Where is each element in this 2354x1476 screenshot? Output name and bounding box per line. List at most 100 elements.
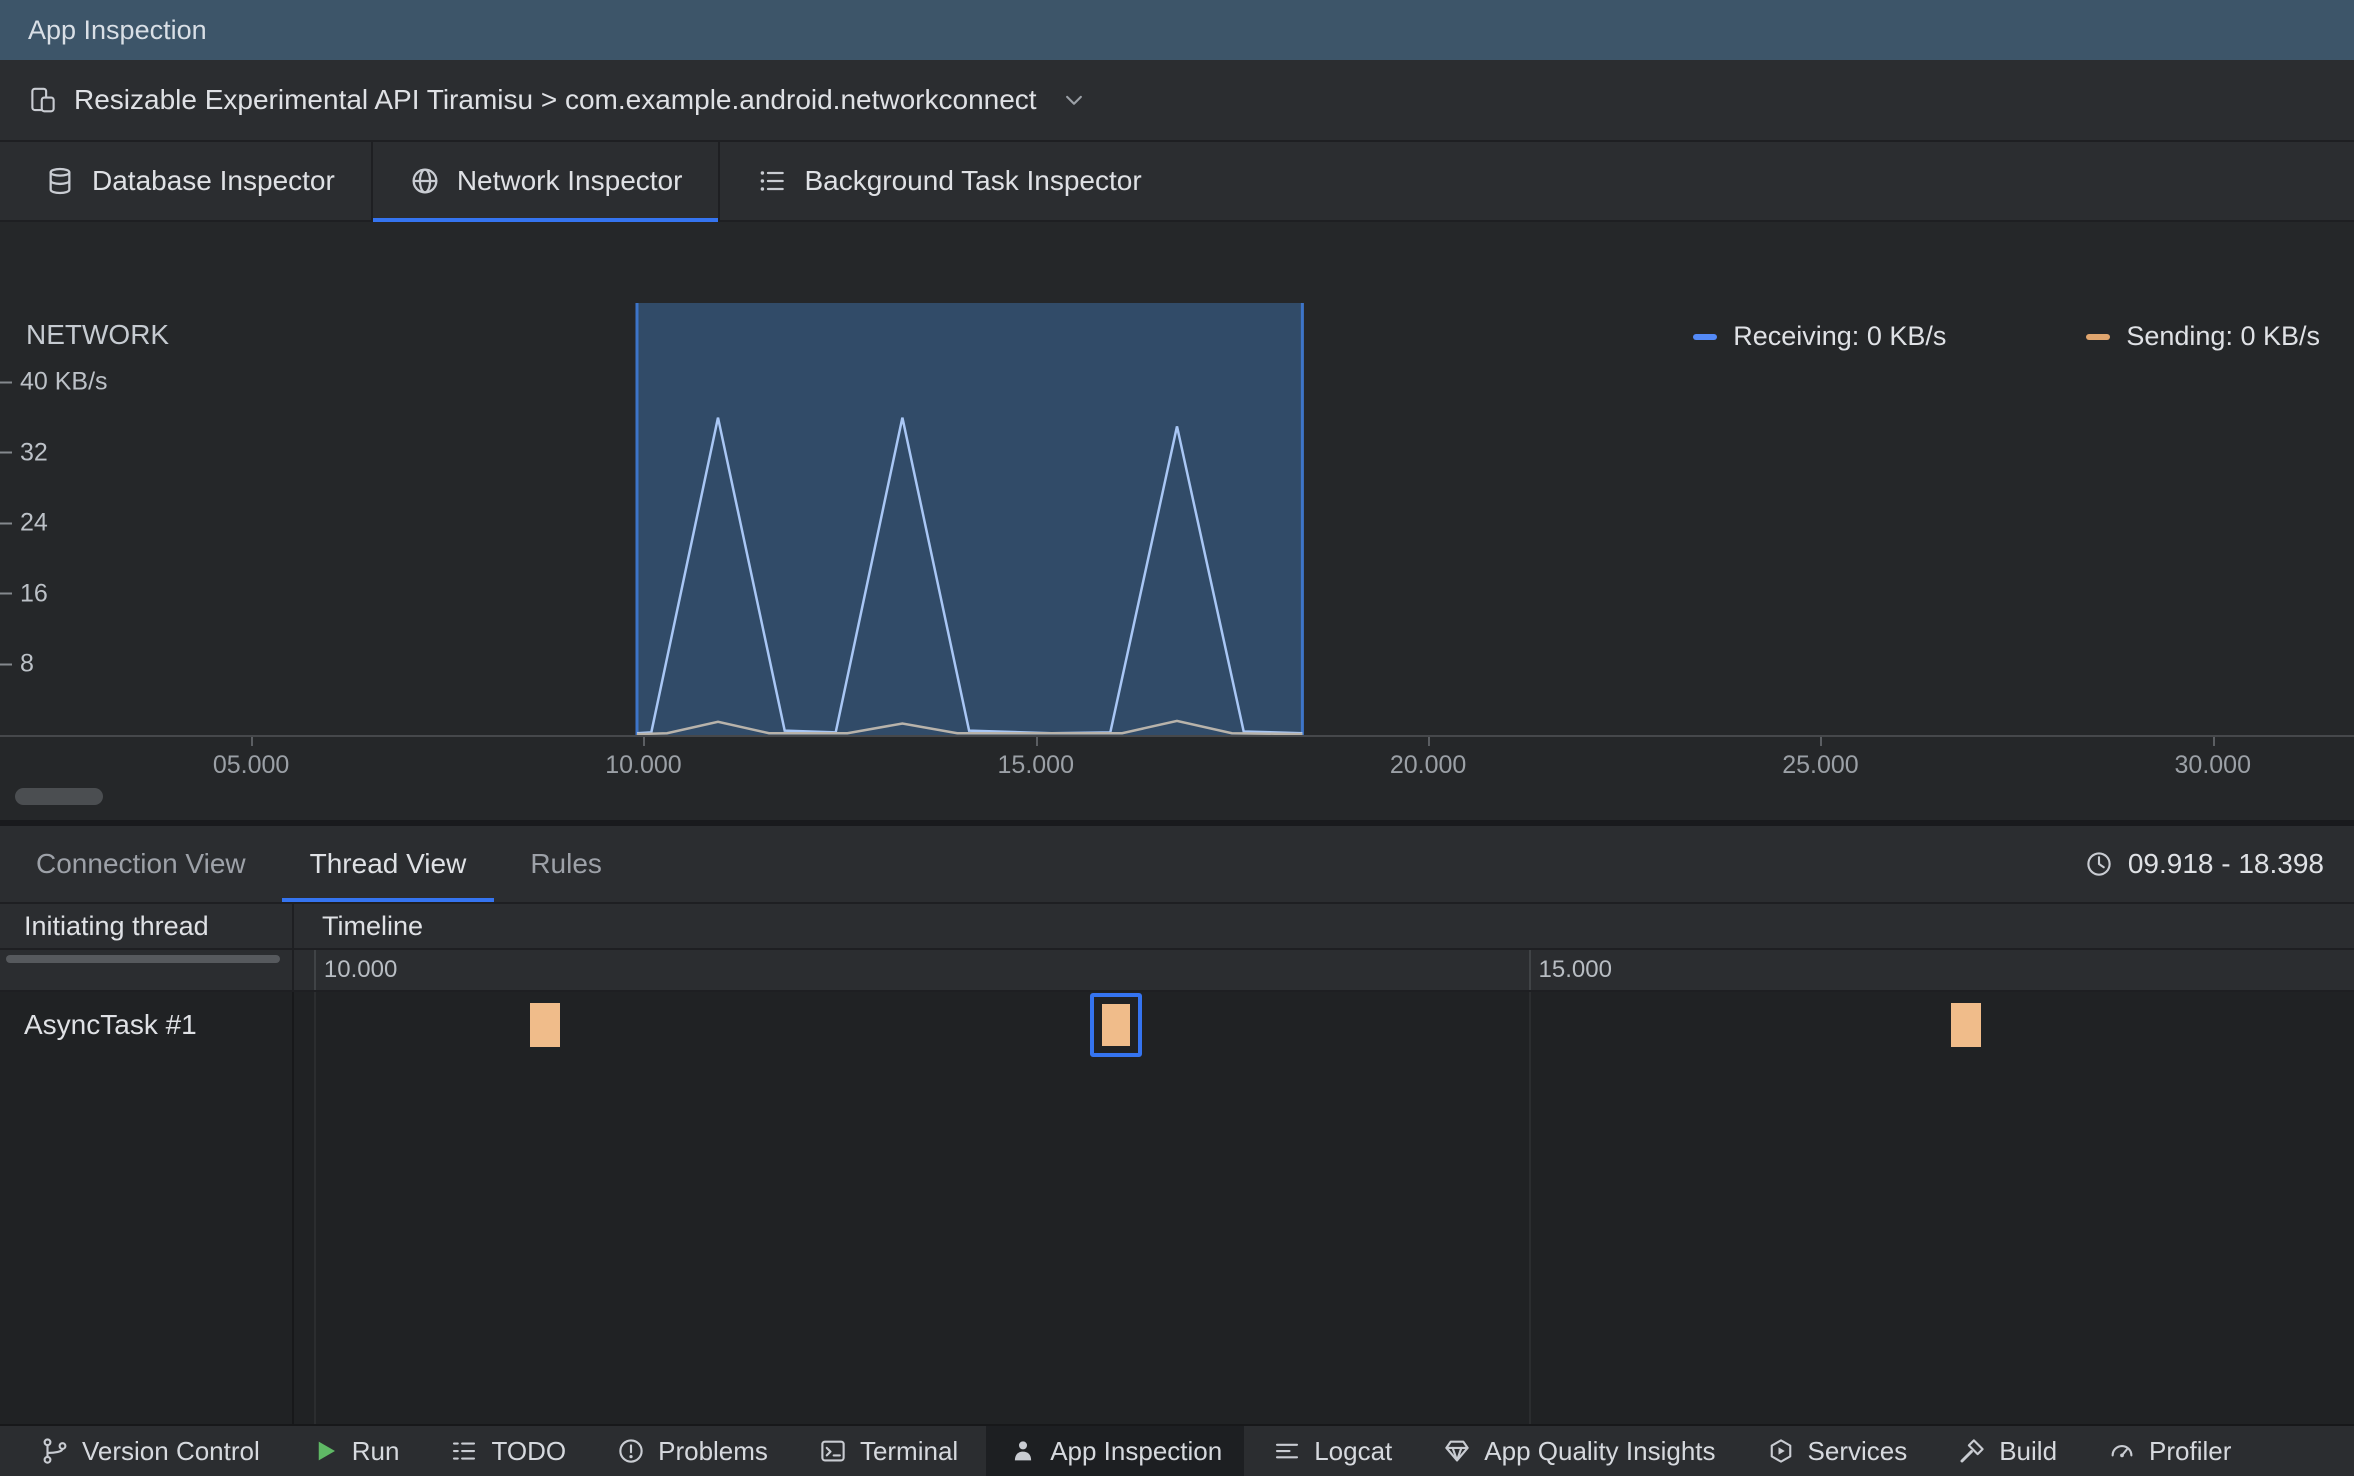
ruler-tick: 15.000	[1528, 950, 1612, 990]
timeline-gridline	[313, 992, 316, 1424]
toolwindow-services[interactable]: Services	[1744, 1426, 1930, 1476]
tab-label: Connection View	[36, 848, 246, 879]
column-scrollbar-thumb[interactable]	[6, 955, 280, 963]
tick-mark	[643, 737, 646, 746]
thread-row-label[interactable]: AsyncTask #1	[0, 992, 292, 1058]
toolwindow-todo[interactable]: TODO	[427, 1426, 588, 1476]
chevron-down-icon	[1065, 95, 1082, 105]
device-icon	[31, 87, 55, 113]
tick-label: 8	[20, 649, 34, 678]
network-event-block[interactable]	[1101, 1004, 1130, 1046]
thread-rows-area: AsyncTask #1	[0, 992, 2354, 1424]
terminal-icon	[821, 1440, 845, 1462]
tick-mark	[0, 522, 12, 525]
hammer-icon	[1960, 1439, 1984, 1463]
device-process-selector[interactable]: Resizable Experimental API Tiramisu > co…	[0, 60, 2354, 142]
network-profiler-panel: NETWORK Receiving: 0 KB/s Sending: 0 KB/…	[0, 222, 2354, 820]
globe-icon	[412, 168, 438, 194]
inspector-icon	[1015, 1441, 1032, 1461]
tab-database-inspector[interactable]: Database Inspector	[8, 142, 371, 220]
tab-network-inspector[interactable]: Network Inspector	[370, 142, 721, 222]
toolwindow-version-control[interactable]: Version Control	[18, 1426, 282, 1476]
thread-timeline-column	[294, 992, 2354, 1424]
tick-mark	[0, 663, 12, 666]
y-axis-tick: 16	[0, 579, 48, 608]
toolwindow-terminal[interactable]: Terminal	[796, 1426, 980, 1476]
network-usage-chart[interactable]: NETWORK Receiving: 0 KB/s Sending: 0 KB/…	[0, 303, 2354, 735]
checklist-icon	[761, 171, 785, 191]
tab-thread-view[interactable]: Thread View	[281, 826, 495, 902]
toolwindow-label: Problems	[658, 1435, 768, 1466]
toolwindow-run[interactable]: Run	[288, 1426, 422, 1476]
horizontal-scrollbar-thumb[interactable]	[15, 788, 103, 805]
selected-event-outline[interactable]	[1089, 993, 1142, 1057]
x-axis-label: 20.000	[1389, 751, 1467, 779]
ruler-tick-label: 10.000	[323, 956, 398, 983]
x-axis-label: 10.000	[605, 751, 682, 779]
tab-label: Background Task Inspector	[804, 165, 1142, 196]
timeline-ruler: 10.000 15.000	[0, 950, 2354, 992]
tab-rules[interactable]: Rules	[502, 826, 630, 902]
tab-background-task-inspector[interactable]: Background Task Inspector	[720, 142, 1177, 220]
tick-label: 32	[20, 438, 48, 467]
toolwindow-logcat[interactable]: Logcat	[1250, 1426, 1414, 1476]
column-label: Timeline	[322, 910, 424, 941]
legend-receiving: Receiving: 0 KB/s	[1693, 321, 1946, 352]
legend-sending: Sending: 0 KB/s	[2086, 321, 2320, 352]
device-process-label: Resizable Experimental API Tiramisu > co…	[74, 84, 1037, 115]
toolwindow-label: App Inspection	[1050, 1435, 1223, 1466]
thread-names-column: AsyncTask #1	[0, 992, 294, 1424]
chart-selection-region[interactable]	[636, 303, 1303, 735]
legend-label: Receiving: 0 KB/s	[1733, 321, 1947, 351]
clock-icon	[2087, 852, 2111, 876]
tab-label: Network Inspector	[456, 165, 683, 196]
tab-label: Rules	[530, 848, 602, 879]
ruler-tick-label: 15.000	[1538, 956, 1612, 983]
receiving-swatch	[1693, 333, 1718, 340]
y-axis-tick: 40 KB/s	[0, 368, 108, 397]
window-title: App Inspection	[28, 14, 207, 45]
tick-mark	[0, 451, 12, 454]
tick-mark	[1035, 737, 1038, 746]
y-axis-tick: 32	[0, 438, 48, 467]
thread-timeline-row	[294, 992, 2354, 1058]
hexagon-icon	[1770, 1439, 1791, 1463]
tab-connection-view[interactable]: Connection View	[8, 826, 274, 902]
tab-label: Database Inspector	[92, 165, 335, 196]
toolwindow-label: Profiler	[2149, 1435, 2232, 1466]
network-event-block[interactable]	[529, 1003, 560, 1047]
toolwindow-app-quality-insights[interactable]: App Quality Insights	[1420, 1426, 1737, 1476]
toolwindow-label: Logcat	[1314, 1435, 1393, 1466]
y-axis-tick: 8	[0, 650, 34, 679]
toolwindow-label: Run	[351, 1435, 400, 1466]
tick-mark	[0, 592, 12, 595]
column-label: Initiating thread	[24, 910, 209, 941]
timeline-ruler-ticks: 10.000 15.000	[294, 950, 2354, 990]
toolwindow-app-inspection[interactable]: App Inspection	[986, 1426, 1245, 1476]
tick-mark	[251, 737, 254, 746]
toolwindow-label: TODO	[491, 1435, 567, 1466]
chart-legend: Receiving: 0 KB/s Sending: 0 KB/s	[1693, 321, 2320, 352]
tick-mark	[1428, 737, 1431, 746]
toolwindow-label: Build	[1999, 1435, 2058, 1466]
inspector-tab-bar: Database Inspector Network Inspector Bac…	[0, 142, 2354, 222]
chart-canvas	[635, 303, 1304, 735]
toolwindow-problems[interactable]: Problems	[594, 1426, 790, 1476]
toolwindow-build[interactable]: Build	[1935, 1426, 2079, 1476]
network-event-block[interactable]	[1950, 1003, 1981, 1047]
app-inspection-window: App Inspection Resizable Experimental AP…	[0, 0, 2354, 1476]
tick-label: 24	[20, 508, 48, 537]
logcat-icon	[1276, 1443, 1299, 1459]
tab-label: Thread View	[309, 848, 467, 879]
tool-window-titlebar: App Inspection	[0, 0, 2354, 60]
ruler-tick: 10.000	[313, 950, 398, 990]
x-axis-label: 25.000	[1782, 751, 1859, 779]
toolwindow-profiler[interactable]: Profiler	[2085, 1426, 2253, 1476]
thread-table-header: Initiating thread Timeline	[0, 902, 2354, 950]
selection-right-handle[interactable]	[1300, 303, 1304, 735]
column-header-timeline: Timeline	[294, 904, 2354, 948]
selection-left-handle[interactable]	[635, 303, 639, 735]
y-axis-tick: 24	[0, 509, 48, 538]
sending-swatch	[2086, 333, 2111, 340]
toolwindow-label: Services	[1807, 1435, 1908, 1466]
